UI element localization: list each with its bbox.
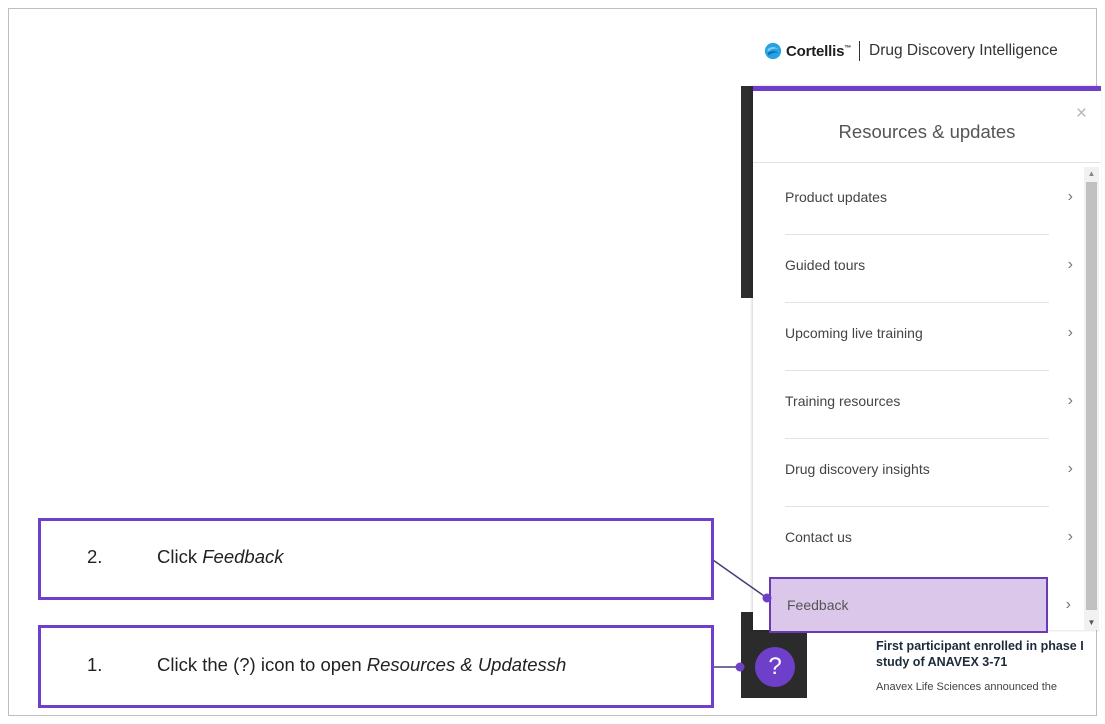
chevron-right-icon: › xyxy=(1067,256,1073,273)
menu-item-label: Product updates xyxy=(785,189,887,205)
menu-item-feedback[interactable]: Feedback › xyxy=(769,577,1071,633)
background-strip xyxy=(741,86,753,298)
menu-item-label: Upcoming live training xyxy=(785,325,923,341)
callout-step-2: 2. Click Feedback xyxy=(38,518,714,600)
menu-item-drug-discovery-insights[interactable]: Drug discovery insights › xyxy=(785,439,1073,499)
chevron-right-icon: › xyxy=(1067,460,1073,477)
panel-divider xyxy=(753,162,1101,163)
menu-item-upcoming-live-training[interactable]: Upcoming live training › xyxy=(785,303,1073,363)
resources-panel: Resources & updates × Product updates › … xyxy=(753,86,1101,633)
menu-item-label: Feedback xyxy=(787,597,849,613)
chevron-right-icon: › xyxy=(1067,188,1073,205)
chevron-right-icon: › xyxy=(1067,528,1073,545)
article-description: Anavex Life Sciences announced the xyxy=(876,681,1058,693)
menu-item-guided-tours[interactable]: Guided tours › xyxy=(785,235,1073,295)
close-icon[interactable]: × xyxy=(1076,104,1087,123)
brand-name: Cortellis™ xyxy=(786,42,852,60)
callout-step-number: 2. xyxy=(87,546,103,567)
menu-item-label: Guided tours xyxy=(785,257,866,273)
panel-scrollbar[interactable]: ▲ ▼ xyxy=(1084,167,1099,630)
brand-header: Cortellis™ Drug Discovery Intelligence xyxy=(764,40,1058,62)
callout-step-number: 1. xyxy=(87,654,103,675)
menu-item-label: Drug discovery insights xyxy=(785,461,930,477)
chevron-right-icon: › xyxy=(1067,392,1073,409)
menu-item-product-updates[interactable]: Product updates › xyxy=(785,167,1073,227)
help-button[interactable]: ? xyxy=(755,647,795,687)
callout-instruction: Click the (?) icon to open Resources & U… xyxy=(157,654,567,675)
product-name: Drug Discovery Intelligence xyxy=(869,42,1058,59)
chevron-right-icon: › xyxy=(1065,596,1071,613)
chevron-right-icon: › xyxy=(1067,324,1073,341)
article-title[interactable]: First participant enrolled in phase I st… xyxy=(876,638,1096,670)
menu-item-label: Training resources xyxy=(785,393,901,409)
scroll-down-icon[interactable]: ▼ xyxy=(1084,616,1099,630)
callout-instruction: Click Feedback xyxy=(157,546,284,567)
menu-item-training-resources[interactable]: Training resources › xyxy=(785,371,1073,431)
help-icon: ? xyxy=(768,653,782,680)
menu-item-contact-us[interactable]: Contact us › xyxy=(785,507,1073,567)
scroll-up-icon[interactable]: ▲ xyxy=(1084,167,1099,181)
scrollbar-thumb[interactable] xyxy=(1086,182,1097,610)
menu-item-label: Contact us xyxy=(785,529,852,545)
cortellis-logo-icon xyxy=(764,42,782,60)
callout-step-1: 1. Click the (?) icon to open Resources … xyxy=(38,625,714,708)
brand-separator xyxy=(859,41,861,61)
panel-title: Resources & updates xyxy=(838,121,1016,142)
